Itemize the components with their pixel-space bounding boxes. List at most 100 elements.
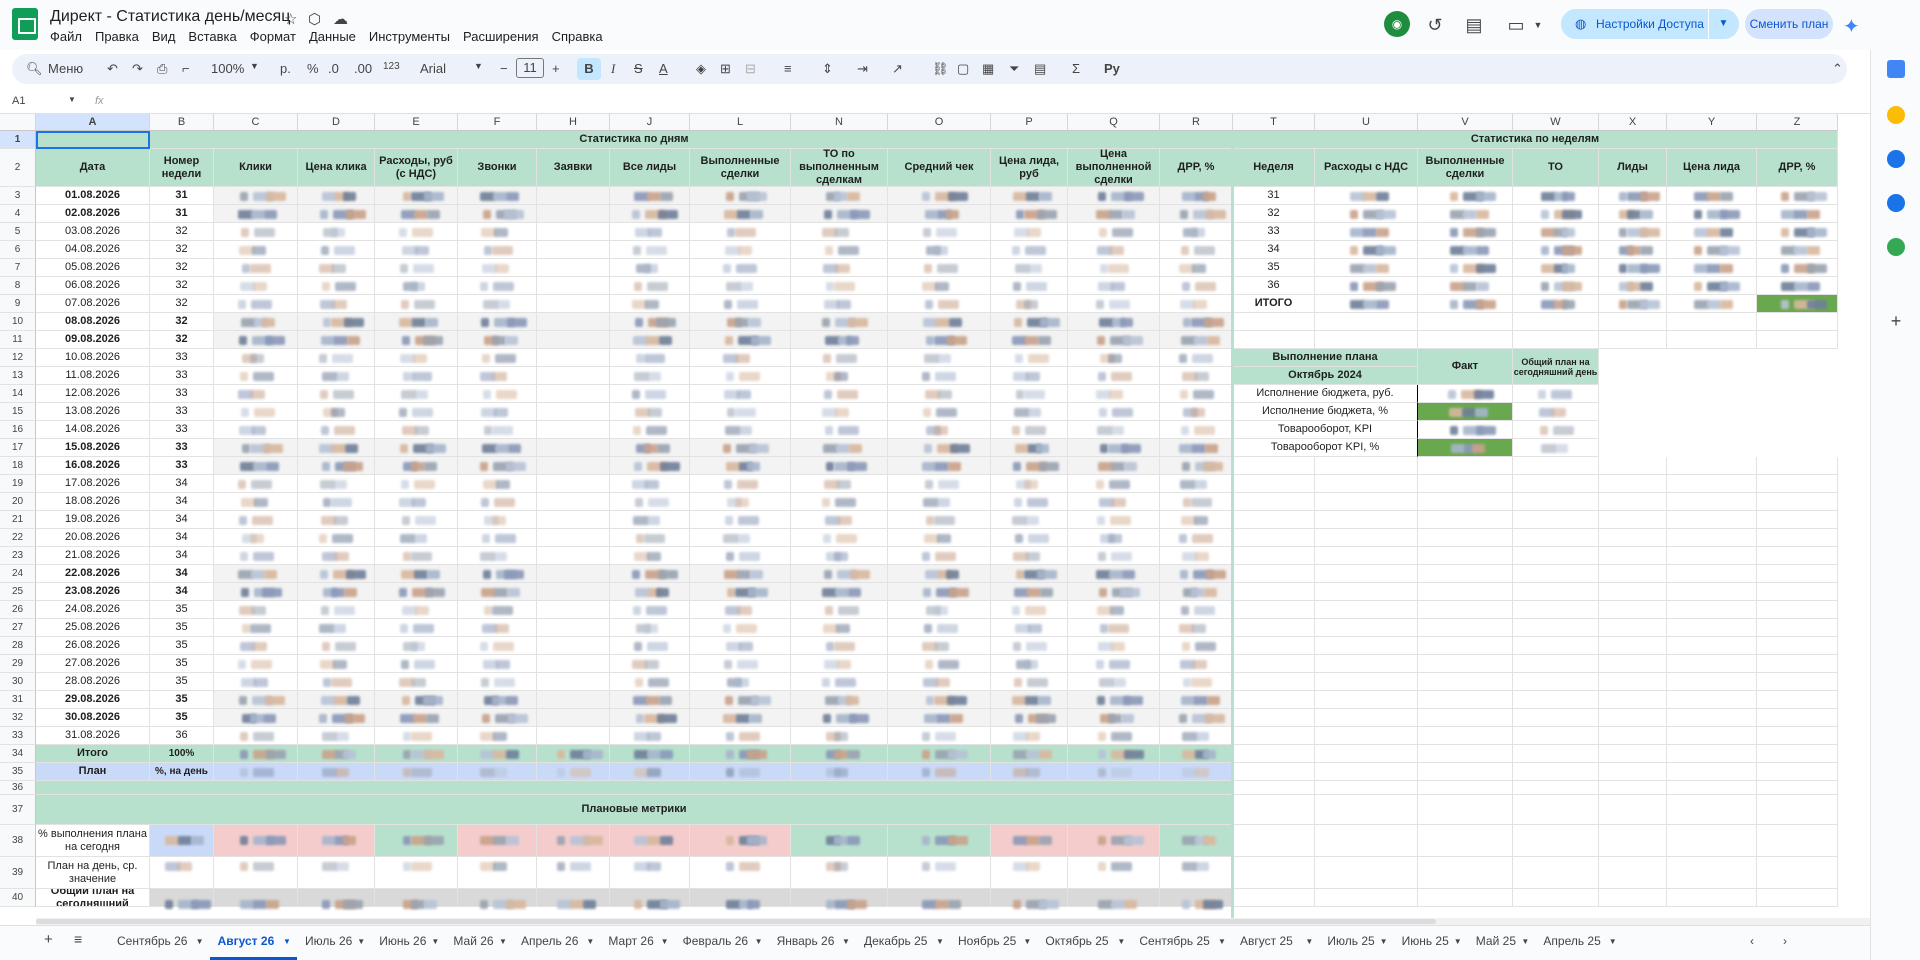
- date-cell[interactable]: 05.08.2026: [36, 259, 150, 277]
- row-header-19[interactable]: 19: [0, 475, 36, 493]
- date-cell[interactable]: 12.08.2026: [36, 385, 150, 403]
- row-header-26[interactable]: 26: [0, 601, 36, 619]
- row-header-1[interactable]: 1: [0, 131, 36, 149]
- sheet-tab[interactable]: Май 25: [1476, 934, 1516, 948]
- empty-cell[interactable]: [1233, 655, 1315, 673]
- empty-cell[interactable]: [1757, 547, 1838, 565]
- column-header-P[interactable]: P: [991, 114, 1068, 131]
- week-number[interactable]: 33: [1233, 223, 1315, 241]
- empty-cell[interactable]: [1599, 475, 1667, 493]
- empty-cell[interactable]: [1667, 601, 1757, 619]
- week-number[interactable]: 34: [1233, 241, 1315, 259]
- row-header-37[interactable]: 37: [0, 795, 36, 825]
- empty-cell[interactable]: [1599, 331, 1667, 349]
- column-header-H[interactable]: H: [537, 114, 610, 131]
- week-cell[interactable]: 32: [150, 295, 214, 313]
- empty-cell[interactable]: [1513, 457, 1599, 475]
- date-cell[interactable]: 26.08.2026: [36, 637, 150, 655]
- empty-cell[interactable]: [1599, 709, 1667, 727]
- row-header-20[interactable]: 20: [0, 493, 36, 511]
- empty-cell[interactable]: [1667, 857, 1757, 889]
- empty-cell[interactable]: [1667, 457, 1757, 475]
- gemini-icon[interactable]: ✦: [1843, 14, 1860, 39]
- currency-button[interactable]: р.: [280, 61, 291, 76]
- empty-cell[interactable]: [1757, 565, 1838, 583]
- addon-icon[interactable]: ◉: [1384, 11, 1410, 37]
- empty-cell[interactable]: [1233, 857, 1315, 889]
- sheet-tab[interactable]: Январь 26: [777, 934, 835, 948]
- empty-cell[interactable]: [1667, 637, 1757, 655]
- empty-cell[interactable]: [1513, 691, 1599, 709]
- empty-cell[interactable]: [1757, 763, 1838, 781]
- data-cell[interactable]: [537, 187, 610, 205]
- empty-cell[interactable]: [1315, 475, 1418, 493]
- scroll-tabs-right-icon[interactable]: ›: [1783, 934, 1787, 948]
- empty-cell[interactable]: [1667, 547, 1757, 565]
- data-cell[interactable]: [537, 205, 610, 223]
- empty-cell[interactable]: [1418, 655, 1513, 673]
- data-cell[interactable]: [537, 367, 610, 385]
- empty-cell[interactable]: [1418, 475, 1513, 493]
- empty-cell[interactable]: [1513, 889, 1599, 907]
- date-cell[interactable]: 16.08.2026: [36, 457, 150, 475]
- empty-cell[interactable]: [1667, 529, 1757, 547]
- sheet-tab-menu-icon[interactable]: ▼: [196, 937, 204, 946]
- chart-icon[interactable]: ▦: [982, 61, 994, 77]
- empty-cell[interactable]: [1667, 583, 1757, 601]
- column-header-V[interactable]: V: [1418, 114, 1513, 131]
- week-number[interactable]: 36: [1233, 277, 1315, 295]
- date-cell[interactable]: 24.08.2026: [36, 601, 150, 619]
- empty-cell[interactable]: [1233, 889, 1315, 907]
- week-cell[interactable]: 34: [150, 583, 214, 601]
- empty-cell[interactable]: [1513, 727, 1599, 745]
- week-number[interactable]: 35: [1233, 259, 1315, 277]
- vertical-align-icon[interactable]: ⇕: [822, 61, 833, 77]
- data-cell[interactable]: [537, 691, 610, 709]
- horizontal-align-icon[interactable]: ≡: [784, 61, 792, 76]
- sheet-tab[interactable]: Апрель 25: [1543, 934, 1600, 948]
- contacts-icon[interactable]: [1887, 194, 1905, 212]
- empty-cell[interactable]: [1667, 781, 1757, 795]
- empty-cell[interactable]: [1513, 857, 1599, 889]
- text-wrap-icon[interactable]: ⇥: [857, 61, 868, 77]
- star-icon[interactable]: ☆: [284, 10, 297, 28]
- empty-cell[interactable]: [1757, 745, 1838, 763]
- data-cell[interactable]: [537, 493, 610, 511]
- week-cell[interactable]: 31: [150, 205, 214, 223]
- data-cell[interactable]: [537, 511, 610, 529]
- empty-cell[interactable]: [1418, 313, 1513, 331]
- week-cell[interactable]: 33: [150, 385, 214, 403]
- filter-icon[interactable]: ⏷: [1009, 61, 1019, 77]
- empty-cell[interactable]: [1315, 331, 1418, 349]
- empty-cell[interactable]: [1418, 619, 1513, 637]
- decrease-decimal-button[interactable]: .0: [328, 61, 339, 76]
- sheet-tab[interactable]: Июнь 26: [379, 934, 426, 948]
- empty-cell[interactable]: [1315, 709, 1418, 727]
- data-cell[interactable]: [537, 313, 610, 331]
- spreadsheet-grid[interactable]: A B C D E F H J L N O P Q R T U V W X Y Z 1 2 3 4 5 6 7 8 9 10 11 12 13 14…: [0, 114, 1850, 918]
- week-cell[interactable]: 32: [150, 241, 214, 259]
- empty-cell[interactable]: [1418, 673, 1513, 691]
- data-cell[interactable]: [537, 529, 610, 547]
- sheet-tab[interactable]: Октябрь 25: [1045, 934, 1108, 948]
- empty-cell[interactable]: [1418, 709, 1513, 727]
- name-box[interactable]: A1: [12, 95, 25, 107]
- empty-cell[interactable]: [1757, 493, 1838, 511]
- empty-cell[interactable]: [1315, 313, 1418, 331]
- font-size-input[interactable]: 11: [516, 58, 544, 78]
- week-cell[interactable]: 35: [150, 673, 214, 691]
- empty-cell[interactable]: [1599, 583, 1667, 601]
- data-cell[interactable]: [537, 475, 610, 493]
- week-cell[interactable]: 33: [150, 367, 214, 385]
- empty-cell[interactable]: [1513, 745, 1599, 763]
- week-cell[interactable]: 35: [150, 637, 214, 655]
- empty-cell[interactable]: [1233, 529, 1315, 547]
- zoom-select[interactable]: 100%: [211, 61, 244, 76]
- scroll-tabs-left-icon[interactable]: ‹: [1750, 934, 1754, 948]
- undo-icon[interactable]: ↶: [107, 61, 118, 77]
- sheet-tab[interactable]: Сентябрь 26: [117, 934, 187, 948]
- column-header-A[interactable]: A: [36, 114, 150, 131]
- date-cell[interactable]: 09.08.2026: [36, 331, 150, 349]
- week-cell[interactable]: 35: [150, 709, 214, 727]
- empty-cell[interactable]: [1667, 691, 1757, 709]
